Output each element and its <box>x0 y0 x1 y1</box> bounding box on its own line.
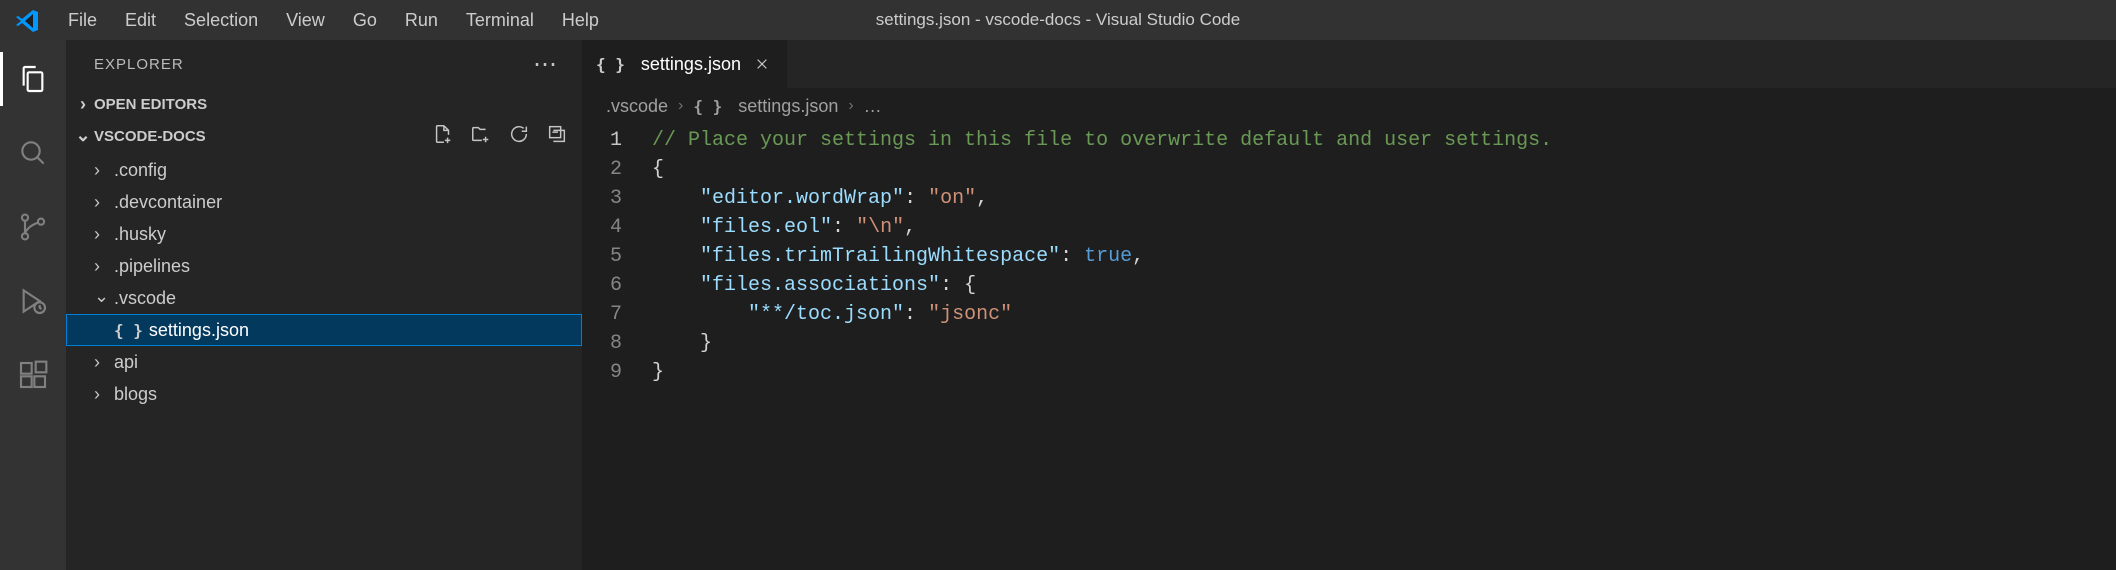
tree-label: settings.json <box>149 320 249 341</box>
explorer-more-icon[interactable]: ⋯ <box>533 50 564 79</box>
tab-settings[interactable]: { } settings.json <box>582 40 788 88</box>
tree-label: .vscode <box>114 288 176 309</box>
workspace-label: VSCODE-DOCS <box>94 128 206 145</box>
tab-bar: { } settings.json <box>582 40 2116 88</box>
breadcrumb-file[interactable]: settings.json <box>738 96 838 117</box>
tree-folder-api[interactable]: ›api <box>66 346 582 378</box>
menu-view[interactable]: View <box>272 4 339 37</box>
menu-selection[interactable]: Selection <box>170 4 272 37</box>
refresh-icon[interactable] <box>508 123 530 150</box>
menu-edit[interactable]: Edit <box>111 4 170 37</box>
open-editors-label: OPEN EDITORS <box>94 96 207 113</box>
tab-label: settings.json <box>641 54 741 75</box>
json-file-icon: { } <box>114 321 143 340</box>
breadcrumb-folder[interactable]: .vscode <box>606 96 668 117</box>
tree-label: .husky <box>114 224 166 245</box>
code-content[interactable]: // Place your settings in this file to o… <box>652 126 2116 570</box>
menu-go[interactable]: Go <box>339 4 391 37</box>
editor-area: { } settings.json .vscode › { } settings… <box>582 40 2116 570</box>
tree-folder-pipelines[interactable]: ›.pipelines <box>66 250 582 282</box>
activity-bar <box>0 40 66 570</box>
menu-run[interactable]: Run <box>391 4 452 37</box>
menu-terminal[interactable]: Terminal <box>452 4 548 37</box>
explorer-title: EXPLORER <box>94 56 184 73</box>
tree-folder-config[interactable]: ›.config <box>66 154 582 186</box>
activity-run-debug[interactable] <box>0 274 66 328</box>
chevron-right-icon: › <box>94 192 114 213</box>
chevron-right-icon: › <box>848 97 853 115</box>
activity-source-control[interactable] <box>0 200 66 254</box>
activity-extensions[interactable] <box>0 348 66 402</box>
new-file-icon[interactable] <box>432 123 454 150</box>
breadcrumb[interactable]: .vscode › { } settings.json › … <box>582 88 2116 124</box>
file-tree: ›.config ›.devcontainer ›.husky ›.pipeli… <box>66 152 582 410</box>
activity-search[interactable] <box>0 126 66 180</box>
tree-folder-blogs[interactable]: ›blogs <box>66 378 582 410</box>
tree-folder-devcontainer[interactable]: ›.devcontainer <box>66 186 582 218</box>
chevron-right-icon: › <box>94 224 114 245</box>
tree-label: .pipelines <box>114 256 190 277</box>
main-menu: File Edit Selection View Go Run Terminal… <box>54 4 613 37</box>
close-icon[interactable] <box>751 53 773 75</box>
chevron-right-icon: › <box>94 160 114 181</box>
code-editor[interactable]: 1 2 3 4 5 6 7 8 9 // Place your settings… <box>582 124 2116 570</box>
breadcrumb-more[interactable]: … <box>864 96 882 117</box>
json-file-icon: { } <box>693 97 722 116</box>
chevron-right-icon: › <box>94 352 114 373</box>
chevron-down-icon: ⌄ <box>94 286 114 307</box>
line-numbers: 1 2 3 4 5 6 7 8 9 <box>582 126 652 570</box>
activity-explorer[interactable] <box>0 52 66 106</box>
tree-file-settings[interactable]: { } settings.json <box>66 314 582 346</box>
tree-folder-vscode[interactable]: ⌄.vscode <box>66 282 582 314</box>
menu-file[interactable]: File <box>54 4 111 37</box>
chevron-right-icon: › <box>678 97 683 115</box>
chevron-down-icon: ⌄ <box>72 125 94 146</box>
tree-label: .devcontainer <box>114 192 222 213</box>
workspace-section[interactable]: ⌄ VSCODE-DOCS <box>66 120 206 152</box>
window-title: settings.json - vscode-docs - Visual Stu… <box>876 10 1240 30</box>
chevron-right-icon: › <box>94 256 114 277</box>
tree-label: api <box>114 352 138 373</box>
json-file-icon: { } <box>596 55 625 74</box>
tree-label: blogs <box>114 384 157 405</box>
titlebar: File Edit Selection View Go Run Terminal… <box>0 0 2116 40</box>
new-folder-icon[interactable] <box>470 123 492 150</box>
menu-help[interactable]: Help <box>548 4 613 37</box>
explorer-sidebar: EXPLORER ⋯ › OPEN EDITORS ⌄ VSCODE-DOCS … <box>66 40 582 570</box>
tree-label: .config <box>114 160 167 181</box>
chevron-right-icon: › <box>94 384 114 405</box>
vscode-logo-icon <box>16 8 40 32</box>
tree-folder-husky[interactable]: ›.husky <box>66 218 582 250</box>
chevron-right-icon: › <box>72 94 94 115</box>
open-editors-section[interactable]: › OPEN EDITORS <box>66 88 582 120</box>
collapse-all-icon[interactable] <box>546 123 568 150</box>
